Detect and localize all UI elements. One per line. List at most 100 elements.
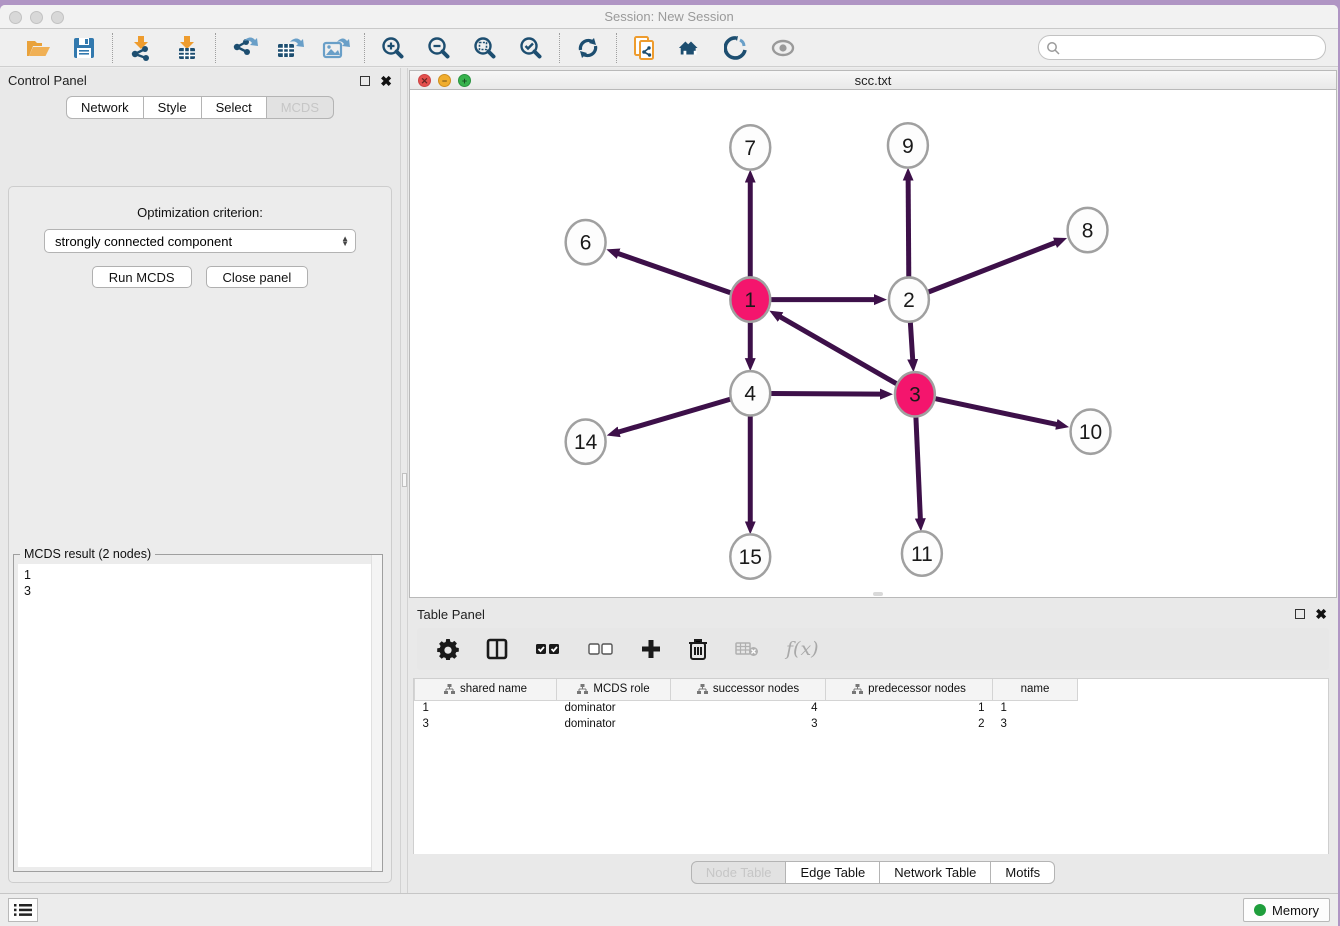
- table-row[interactable]: 1 dominator 4 1 1: [415, 700, 1078, 716]
- delete-icon[interactable]: [688, 636, 708, 662]
- zoom-selected-icon[interactable]: [517, 34, 545, 62]
- table-row[interactable]: 3 dominator 3 2 3: [415, 716, 1078, 732]
- graph-node[interactable]: 8: [1068, 208, 1108, 252]
- run-mcds-button[interactable]: Run MCDS: [92, 266, 192, 288]
- search-field[interactable]: [1038, 35, 1326, 60]
- graph-node[interactable]: 3: [895, 372, 935, 416]
- graph-edge: [618, 253, 731, 292]
- control-panel-title: Control Panel: [8, 73, 360, 88]
- control-panel-tabs: Network Style Select MCDS: [0, 96, 400, 119]
- svg-text:15: 15: [739, 546, 762, 569]
- close-panel-icon[interactable]: ✖: [380, 76, 392, 86]
- criterion-select[interactable]: strongly connected component ▲▼: [44, 229, 356, 253]
- graph-node[interactable]: 2: [889, 278, 929, 322]
- tab-node-table[interactable]: Node Table: [691, 861, 787, 884]
- network-title: scc.txt: [410, 73, 1336, 88]
- svg-text:8: 8: [1082, 219, 1094, 242]
- clone-network-icon[interactable]: [631, 34, 659, 62]
- tab-select[interactable]: Select: [202, 96, 267, 119]
- homes-icon[interactable]: [677, 34, 705, 62]
- eye-icon[interactable]: [769, 34, 797, 62]
- import-table-icon[interactable]: [173, 34, 201, 62]
- zoom-in-icon[interactable]: [379, 34, 407, 62]
- network-window-titlebar[interactable]: ✕ − + scc.txt: [410, 71, 1336, 90]
- table-tabs: Node Table Edge Table Network Table Moti…: [409, 861, 1337, 884]
- graph-node[interactable]: 11: [902, 531, 942, 575]
- import-network-icon[interactable]: [127, 34, 155, 62]
- search-input[interactable]: [1064, 41, 1325, 55]
- panel-divider[interactable]: [400, 68, 408, 893]
- tree-icon: [577, 684, 588, 695]
- graph-node[interactable]: 14: [566, 420, 606, 464]
- tab-motifs[interactable]: Motifs: [991, 861, 1055, 884]
- task-history-button[interactable]: [8, 898, 38, 922]
- export-network-icon[interactable]: [230, 34, 258, 62]
- graph-edge: [771, 394, 881, 395]
- network-canvas[interactable]: 7 9 6 8 1 2 4 3 14 10 15 11: [410, 90, 1336, 597]
- tab-network[interactable]: Network: [66, 96, 144, 119]
- tab-network-table[interactable]: Network Table: [880, 861, 991, 884]
- select-all-icon[interactable]: [535, 636, 561, 662]
- add-column-icon[interactable]: [641, 636, 661, 662]
- graph-node[interactable]: 15: [730, 535, 770, 579]
- graph-node[interactable]: 4: [730, 371, 770, 415]
- col-predecessor-nodes[interactable]: predecessor nodes: [826, 679, 993, 700]
- close-panel-button[interactable]: Close panel: [206, 266, 309, 288]
- visual-style-icon[interactable]: [723, 34, 751, 62]
- export-image-icon[interactable]: [322, 34, 350, 62]
- svg-text:6: 6: [580, 232, 592, 255]
- delete-table-icon[interactable]: [735, 636, 759, 662]
- svg-text:1: 1: [744, 289, 756, 312]
- mcds-result-text[interactable]: 1 3: [18, 564, 378, 867]
- float-panel-icon[interactable]: [360, 76, 370, 86]
- optimization-criterion-label: Optimization criterion:: [9, 205, 391, 220]
- save-icon[interactable]: [70, 34, 98, 62]
- criterion-value: strongly connected component: [55, 234, 341, 249]
- table-header-row: shared name MCDS role successor nodes pr…: [415, 679, 1078, 700]
- table-close-icon[interactable]: ✖: [1315, 609, 1327, 619]
- control-panel: Control Panel ✖ Network Style Select MCD…: [0, 68, 400, 893]
- graph-edge: [618, 399, 730, 432]
- zoom-out-icon[interactable]: [425, 34, 453, 62]
- svg-text:4: 4: [744, 383, 756, 406]
- open-folder-icon[interactable]: [24, 34, 52, 62]
- main-toolbar: [0, 29, 1338, 67]
- window-title: Session: New Session: [0, 9, 1338, 24]
- function-builder-icon[interactable]: f(x): [786, 636, 819, 662]
- export-table-icon[interactable]: [276, 34, 304, 62]
- table-toolbar: f(x): [417, 628, 1329, 670]
- col-successor-nodes[interactable]: successor nodes: [671, 679, 826, 700]
- table-float-icon[interactable]: [1295, 609, 1305, 619]
- graph-node[interactable]: 7: [730, 125, 770, 169]
- result-scrollbar[interactable]: [371, 555, 382, 871]
- graph-edge: [908, 180, 909, 279]
- col-shared-name[interactable]: shared name: [415, 679, 557, 700]
- graph-node[interactable]: 9: [888, 123, 928, 167]
- refresh-layout-icon[interactable]: [574, 34, 602, 62]
- divider-grip[interactable]: [402, 473, 407, 487]
- graph-node[interactable]: 6: [566, 220, 606, 264]
- col-name[interactable]: name: [993, 679, 1078, 700]
- table-panel: Table Panel ✖: [409, 602, 1337, 893]
- tab-mcds[interactable]: MCDS: [267, 96, 334, 119]
- resize-grip[interactable]: [873, 592, 883, 596]
- deselect-all-icon[interactable]: [588, 636, 614, 662]
- list-icon: [14, 903, 32, 917]
- tab-style[interactable]: Style: [144, 96, 202, 119]
- tree-icon: [852, 684, 863, 695]
- network-window: ✕ − + scc.txt 7 9 6 8 1 2 4 3 14 10 15 11: [409, 70, 1337, 598]
- graph-node[interactable]: 1: [730, 278, 770, 322]
- table-panel-title: Table Panel: [417, 607, 1295, 622]
- settings-gear-icon[interactable]: [437, 636, 459, 662]
- network-graph[interactable]: 7 9 6 8 1 2 4 3 14 10 15 11: [410, 90, 1336, 597]
- split-view-icon[interactable]: [486, 636, 508, 662]
- memory-button[interactable]: Memory: [1243, 898, 1330, 922]
- node-table[interactable]: shared name MCDS role successor nodes pr…: [413, 678, 1329, 854]
- graph-edge: [910, 321, 912, 360]
- tab-edge-table[interactable]: Edge Table: [786, 861, 880, 884]
- col-mcds-role[interactable]: MCDS role: [557, 679, 671, 700]
- zoom-fit-icon[interactable]: [471, 34, 499, 62]
- graph-node[interactable]: 10: [1071, 410, 1111, 454]
- svg-text:11: 11: [911, 543, 933, 566]
- svg-text:14: 14: [574, 431, 598, 454]
